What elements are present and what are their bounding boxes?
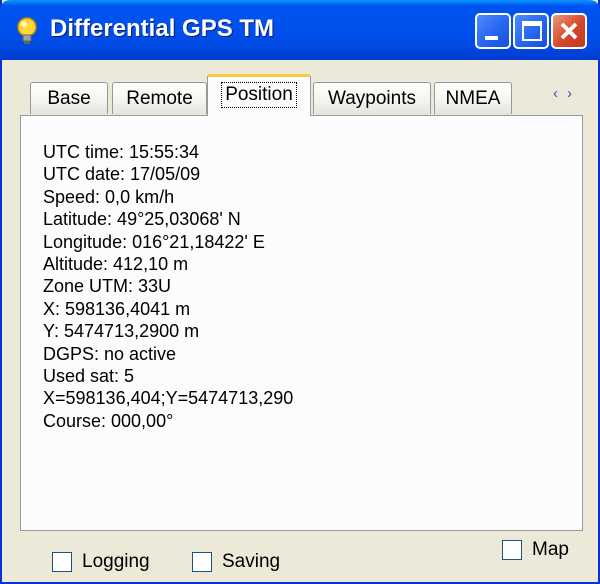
tab-scroll-arrows[interactable]: ‹› (544, 80, 590, 108)
speed: Speed: 0,0 km/h (43, 186, 175, 207)
chevron-right-icon[interactable]: › (567, 85, 581, 102)
logging-label[interactable]: Logging (82, 548, 150, 576)
zone-utm: Zone UTM: 33U (43, 276, 172, 297)
tab-strip: Base Remote Position Waypoints NMEA (2, 60, 598, 118)
tab-base[interactable]: Base (30, 82, 108, 114)
saving-checkbox[interactable] (192, 552, 212, 572)
altitude: Altitude: 412,10 m (43, 254, 189, 275)
maximize-button[interactable] (513, 13, 549, 49)
tab-label: NMEA (445, 88, 501, 109)
title-bar[interactable]: Differential GPS TM (0, 0, 600, 60)
map-label[interactable]: Map (532, 536, 569, 564)
tab-waypoints[interactable]: Waypoints (313, 82, 431, 114)
tab-label: Waypoints (328, 88, 416, 109)
position-readout: UTC time: 15:55:34 UTC date: 17/05/09 Sp… (43, 141, 293, 432)
tab-label: Position (221, 82, 297, 108)
map-checkbox[interactable] (502, 540, 522, 560)
maximize-icon (522, 21, 542, 41)
close-button[interactable] (551, 13, 587, 49)
chevron-left-icon[interactable]: ‹ (553, 85, 567, 102)
close-icon (560, 22, 578, 40)
xy-coordinates: X=598136,404;Y=5474713,290 (43, 388, 294, 409)
minimize-icon (485, 36, 498, 40)
tab-remote[interactable]: Remote (112, 82, 207, 114)
window-title: Differential GPS TM (50, 15, 275, 42)
utm-x: X: 598136,4041 m (43, 298, 191, 319)
position-panel: UTC time: 15:55:34 UTC date: 17/05/09 Sp… (20, 115, 583, 531)
logging-checkbox[interactable] (52, 552, 72, 572)
utc-date: UTC date: 17/05/09 (43, 164, 201, 185)
footer-bar: Logging Saving Map (2, 535, 598, 584)
tab-label: Base (47, 88, 91, 109)
app-window: Differential GPS TM Base Remote Position… (0, 0, 600, 584)
tab-position[interactable]: Position (207, 74, 311, 116)
course: Course: 000,00° (43, 410, 174, 431)
tab-nmea[interactable]: NMEA (434, 82, 512, 114)
tab-label: Remote (126, 88, 193, 109)
lightbulb-icon (17, 17, 37, 44)
utc-time: UTC time: 15:55:34 (43, 142, 200, 162)
latitude: Latitude: 49°25,03068' N (43, 209, 241, 230)
utm-y: Y: 5474713,2900 m (43, 321, 200, 342)
saving-label[interactable]: Saving (222, 548, 280, 576)
longitude: Longitude: 016°21,18422' E (43, 231, 265, 252)
dgps-status: DGPS: no active (43, 343, 177, 364)
used-satellites: Used sat: 5 (43, 366, 135, 387)
minimize-button[interactable] (475, 13, 511, 49)
